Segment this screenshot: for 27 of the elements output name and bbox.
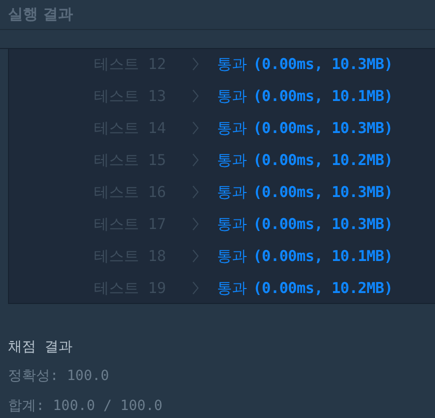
test-detail: (0.00ms, 10.3MB) <box>253 215 393 233</box>
test-detail: (0.00ms, 10.2MB) <box>253 279 393 297</box>
score-text: 합계: 100.0 / 100.0 <box>8 397 164 416</box>
chevron-icon <box>192 57 199 71</box>
test-status: 통과 <box>217 150 247 170</box>
test-status: 통과 <box>217 182 247 202</box>
test-detail: (0.00ms, 10.3MB) <box>253 55 393 73</box>
test-status: 통과 <box>217 278 247 298</box>
chevron-icon <box>192 217 199 231</box>
test-detail: (0.00ms, 10.2MB) <box>253 151 393 169</box>
test-status: 통과 <box>217 246 247 266</box>
chevron-icon <box>192 249 199 263</box>
chevron-icon <box>192 185 199 199</box>
chevron-icon <box>192 89 199 103</box>
score-text: 정확성: 100.0 <box>8 367 110 386</box>
test-detail: (0.00ms, 10.3MB) <box>253 183 393 201</box>
test-detail: (0.00ms, 10.1MB) <box>253 247 393 265</box>
chevron-icon <box>192 281 199 295</box>
test-status: 통과 <box>217 214 247 234</box>
test-detail: (0.00ms, 10.1MB) <box>253 87 393 105</box>
grading-title: 채점 결과 <box>8 338 74 357</box>
test-status: 통과 <box>217 86 247 106</box>
test-detail: (0.00ms, 10.3MB) <box>253 119 393 137</box>
test-status: 통과 <box>217 54 247 74</box>
chevron-icon <box>192 153 199 167</box>
test-status: 통과 <box>217 118 247 138</box>
chevron-icon <box>192 121 199 135</box>
